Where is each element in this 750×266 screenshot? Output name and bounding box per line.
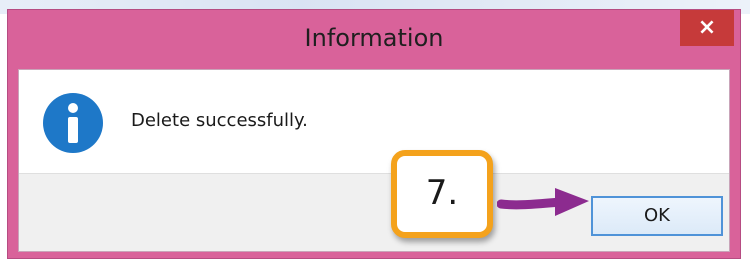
info-icon bbox=[43, 93, 103, 153]
title-bar[interactable]: Information × bbox=[8, 10, 740, 68]
information-dialog: Information × Delete successfully. OK bbox=[7, 9, 741, 259]
message-text: Delete successfully. bbox=[131, 110, 308, 131]
pointer-arrow-icon bbox=[497, 188, 589, 216]
message-area: Delete successfully. bbox=[19, 70, 729, 174]
dialog-body: Delete successfully. OK bbox=[18, 69, 730, 252]
ok-button[interactable]: OK bbox=[591, 196, 723, 236]
screenshot-stage: Information × Delete successfully. OK 7. bbox=[0, 0, 750, 266]
close-button[interactable]: × bbox=[680, 10, 734, 46]
step-number-callout: 7. bbox=[391, 150, 493, 238]
dialog-title: Information bbox=[304, 24, 444, 52]
close-icon: × bbox=[697, 15, 717, 40]
